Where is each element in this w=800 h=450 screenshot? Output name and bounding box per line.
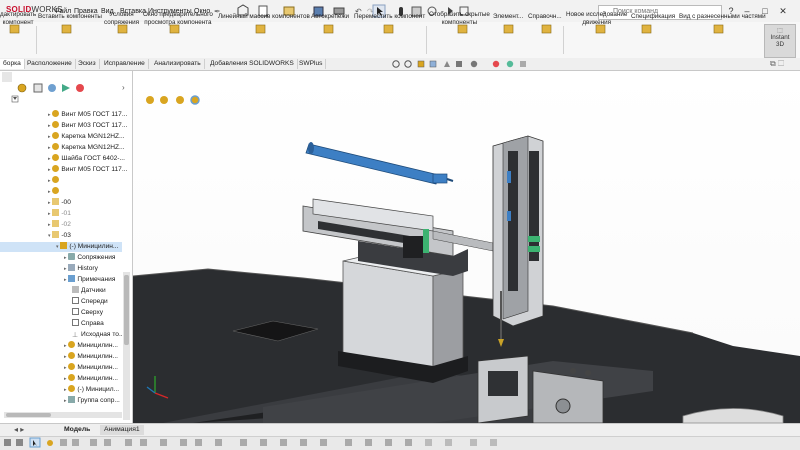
tree-item[interactable]: ▸ Миницилин...	[0, 363, 118, 373]
tree-item[interactable]: ▸ Винт M03 ГОСТ 117...	[0, 121, 127, 131]
svg-text:›: ›	[122, 83, 125, 92]
blue-pneumatic-cylinder	[305, 142, 454, 185]
tree-item[interactable]: ▸ Шайба ГОСТ 6402-...	[0, 154, 125, 164]
tree-hscroll-thumb[interactable]	[6, 413, 51, 417]
assembly-3d-model[interactable]	[133, 71, 800, 423]
tree-item[interactable]: ▸ (-) Миницил...	[0, 385, 119, 395]
tree-item[interactable]: ▸ Группа сопр...	[0, 396, 120, 406]
vertical-cylinder-column	[492, 135, 544, 347]
tree-folder[interactable]: ▸ -00	[0, 198, 71, 208]
insert-components-button[interactable]: Вставить компоненты	[38, 13, 102, 21]
mate-button[interactable]: Условия сопряжения	[104, 11, 139, 26]
window-controls-icon[interactable]: ⧉ ⬚	[770, 59, 800, 70]
separator	[36, 26, 37, 54]
tab-navigation-arrows-icon[interactable]: ◂ ▸	[14, 425, 24, 434]
tree-folder[interactable]: ▸ -01	[0, 209, 71, 219]
move-component-button[interactable]: Переместить компонент	[354, 13, 425, 21]
separator	[563, 26, 564, 54]
assembly-features-button[interactable]: Элемент...	[493, 13, 523, 21]
breadcrumb-icons	[146, 95, 200, 105]
tab-animation1[interactable]: Анимация1	[100, 425, 144, 435]
tree-item[interactable]: Спереди	[0, 297, 108, 307]
tree-item[interactable]: Сверху	[0, 308, 103, 318]
heads-up-view-toolbar[interactable]	[390, 59, 550, 70]
tab-layout[interactable]: Расположение	[24, 59, 76, 69]
tree-item[interactable]: ⊥ Исходная то...	[0, 330, 124, 340]
tab-sketch[interactable]: Эскиз	[75, 59, 100, 69]
bill-of-materials-button[interactable]: Спецификация	[631, 13, 675, 21]
tree-item[interactable]: ▸ Винт M05 ГОСТ 117...	[0, 165, 127, 175]
tab-model[interactable]: Модель	[60, 425, 94, 435]
tab-evaluate[interactable]: Анализировать	[151, 59, 205, 69]
close-button[interactable]: ✕	[776, 4, 790, 18]
tree-item-selected[interactable]: ▾ (-) Миницилин...	[0, 242, 122, 252]
tree-item[interactable]: ▸ Миницилин...	[0, 374, 118, 384]
tree-scroll-thumb[interactable]	[124, 275, 129, 345]
tree-item[interactable]: Датчики	[0, 286, 106, 296]
edit-component-button[interactable]: дактировать компонент	[0, 11, 36, 26]
tree-item[interactable]: ▸ Каретка MGN12HZ...	[0, 143, 125, 153]
tree-item[interactable]: ▸	[0, 187, 61, 197]
tree-item[interactable]: ▸ Миницилин...	[0, 352, 118, 362]
tree-item[interactable]: Справа	[0, 319, 104, 329]
tree-item[interactable]: ▸	[0, 176, 61, 186]
graphics-viewport[interactable]	[133, 71, 800, 423]
component-preview-button[interactable]: Окно предварительного просмотра компонен…	[143, 11, 213, 26]
feature-manager-tabs[interactable]: ›	[2, 72, 130, 106]
tree-item[interactable]: ▸ Винт M05 ГОСТ 117...	[0, 110, 127, 120]
instant3d-button[interactable]: ⬚ Instant 3D	[764, 24, 796, 58]
separator	[426, 26, 427, 54]
exploded-view-button[interactable]: Вид с разнесенными частями	[679, 13, 766, 21]
tab-assembly[interactable]: борка	[0, 59, 25, 69]
new-motion-study-button[interactable]: Новое исследование движения	[566, 11, 627, 26]
tree-item[interactable]: ▸ Сопряжения	[0, 253, 116, 263]
show-hidden-components-button[interactable]: Отобразить скрытые компоненты	[429, 11, 490, 26]
tree-folder[interactable]: ▾ -03	[0, 231, 71, 241]
tab-solidworks-addins[interactable]: Добавления SOLIDWORKS	[207, 59, 298, 69]
tree-folder[interactable]: ▸ -02	[0, 220, 71, 230]
tree-item[interactable]: ▸ Миницилин...	[0, 341, 118, 351]
tree-item[interactable]: ▸ History	[0, 264, 98, 274]
smart-fasteners-button[interactable]: Автокрепежи	[311, 13, 349, 21]
tree-item[interactable]: ▸ Примечания	[0, 275, 115, 285]
reference-geometry-button[interactable]: Справочн...	[528, 13, 562, 21]
linear-pattern-button[interactable]: Линейный массив компонентов	[218, 13, 310, 21]
bottom-toolbar-icons[interactable]	[0, 437, 800, 449]
tab-swplus[interactable]: SWPlus	[296, 59, 327, 69]
tab-markup[interactable]: Исправление	[101, 59, 149, 69]
tree-item[interactable]: ▸ Каретка MGN12HZ...	[0, 132, 125, 142]
